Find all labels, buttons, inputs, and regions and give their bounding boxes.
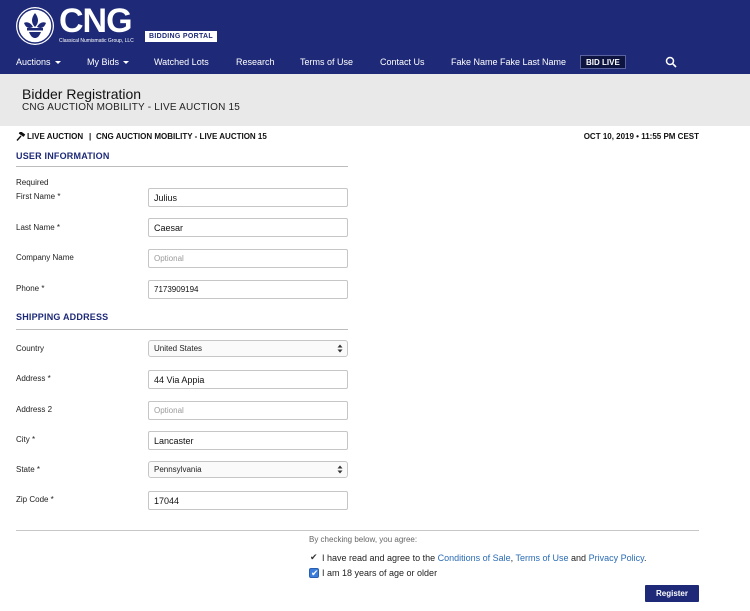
nav-my-bids[interactable]: My Bids xyxy=(87,53,130,71)
first-name-label: First Name * xyxy=(16,192,61,201)
conditions-of-sale-link[interactable]: Conditions of Sale xyxy=(438,553,511,563)
user-information-heading: USER INFORMATION xyxy=(16,151,110,161)
portal-badge: BIDDING PORTAL xyxy=(145,31,217,42)
agreement-intro: By checking below, you agree: xyxy=(309,535,418,544)
gavel-icon xyxy=(16,132,26,141)
terms-and: and xyxy=(571,553,587,563)
terms-checkbox[interactable]: ✔ xyxy=(309,552,319,563)
address-label: Address * xyxy=(16,374,51,383)
live-auction-bar: LIVE AUCTION | CNG AUCTION MOBILITY - LI… xyxy=(16,131,700,143)
caret-down-icon xyxy=(123,61,130,65)
zip-code-input[interactable] xyxy=(148,491,348,510)
shipping-address-heading: SHIPPING ADDRESS xyxy=(16,312,109,322)
check-icon: ✔ xyxy=(310,552,318,562)
fleur-emblem-icon[interactable] xyxy=(16,7,54,45)
first-name-input[interactable] xyxy=(148,188,348,207)
state-selected-value: Pennsylvania xyxy=(154,465,202,474)
site-header: CNG Classical Numismatic Group, LLC BIDD… xyxy=(0,0,750,74)
country-selected-value: United States xyxy=(154,344,203,353)
age-confirmation-text: I am 18 years of age or older xyxy=(322,568,438,578)
address2-label: Address 2 xyxy=(16,405,53,414)
live-auction-label: LIVE AUCTION xyxy=(27,132,84,141)
company-name-label: Company Name xyxy=(16,253,74,262)
nav-watched-lots[interactable]: Watched Lots xyxy=(154,53,209,71)
phone-input[interactable] xyxy=(148,280,348,299)
terms-of-use-link[interactable]: Terms of Use xyxy=(516,553,569,563)
main-nav: Auctions My Bids Watched Lots Research T… xyxy=(0,53,750,71)
live-auction-name: CNG AUCTION MOBILITY - LIVE AUCTION 15 xyxy=(96,132,267,141)
privacy-policy-link[interactable]: Privacy Policy xyxy=(589,553,644,563)
state-label: State * xyxy=(16,465,41,474)
required-note: Required xyxy=(16,178,49,187)
city-label: City * xyxy=(16,435,36,444)
nav-auctions-label: Auctions xyxy=(16,57,51,67)
agreement-divider xyxy=(16,530,699,531)
check-icon: ✔ xyxy=(311,568,319,578)
logo-text[interactable]: CNG xyxy=(59,2,133,40)
last-name-label: Last Name * xyxy=(16,223,61,232)
select-arrows-icon xyxy=(337,344,343,353)
nav-contact-us[interactable]: Contact Us xyxy=(380,53,425,71)
last-name-input[interactable] xyxy=(148,218,348,237)
phone-label: Phone * xyxy=(16,284,45,293)
age-checkbox[interactable]: ✔ xyxy=(309,568,319,578)
bid-live-button[interactable]: BID LIVE xyxy=(580,55,626,69)
register-button[interactable]: Register xyxy=(645,585,699,602)
terms-agreement-text: I have read and agree to the Conditions … xyxy=(322,553,646,563)
nav-user-name[interactable]: Fake Name Fake Last Name xyxy=(451,53,566,71)
nav-research[interactable]: Research xyxy=(236,53,275,71)
address-input[interactable] xyxy=(148,370,348,389)
company-name-input[interactable] xyxy=(148,249,348,268)
terms-period: . xyxy=(643,553,647,563)
title-band: Bidder Registration CNG AUCTION MOBILITY… xyxy=(0,74,750,126)
address2-input[interactable] xyxy=(148,401,348,420)
terms-prefix: I have read and agree to the xyxy=(322,553,436,563)
page-subtitle: CNG AUCTION MOBILITY - LIVE AUCTION 15 xyxy=(22,102,241,113)
search-icon[interactable] xyxy=(665,56,677,68)
city-input[interactable] xyxy=(148,431,348,450)
section-divider xyxy=(16,329,348,330)
page-title: Bidder Registration xyxy=(22,86,142,102)
live-auction-datetime: OCT 10, 2019 • 11:55 PM CEST xyxy=(583,132,699,141)
terms-comma: , xyxy=(510,553,514,563)
logo-subtext: Classical Numismatic Group, LLC xyxy=(59,38,134,44)
country-select[interactable]: United States xyxy=(148,340,348,357)
country-label: Country xyxy=(16,344,45,353)
zip-code-label: Zip Code * xyxy=(16,495,54,504)
nav-my-bids-label: My Bids xyxy=(87,57,120,67)
nav-auctions[interactable]: Auctions xyxy=(16,53,61,71)
state-select[interactable]: Pennsylvania xyxy=(148,461,348,478)
section-divider xyxy=(16,166,348,167)
select-arrows-icon xyxy=(337,465,343,474)
caret-down-icon xyxy=(54,61,61,65)
nav-terms-of-use[interactable]: Terms of Use xyxy=(300,53,353,71)
live-separator: | xyxy=(89,132,92,141)
